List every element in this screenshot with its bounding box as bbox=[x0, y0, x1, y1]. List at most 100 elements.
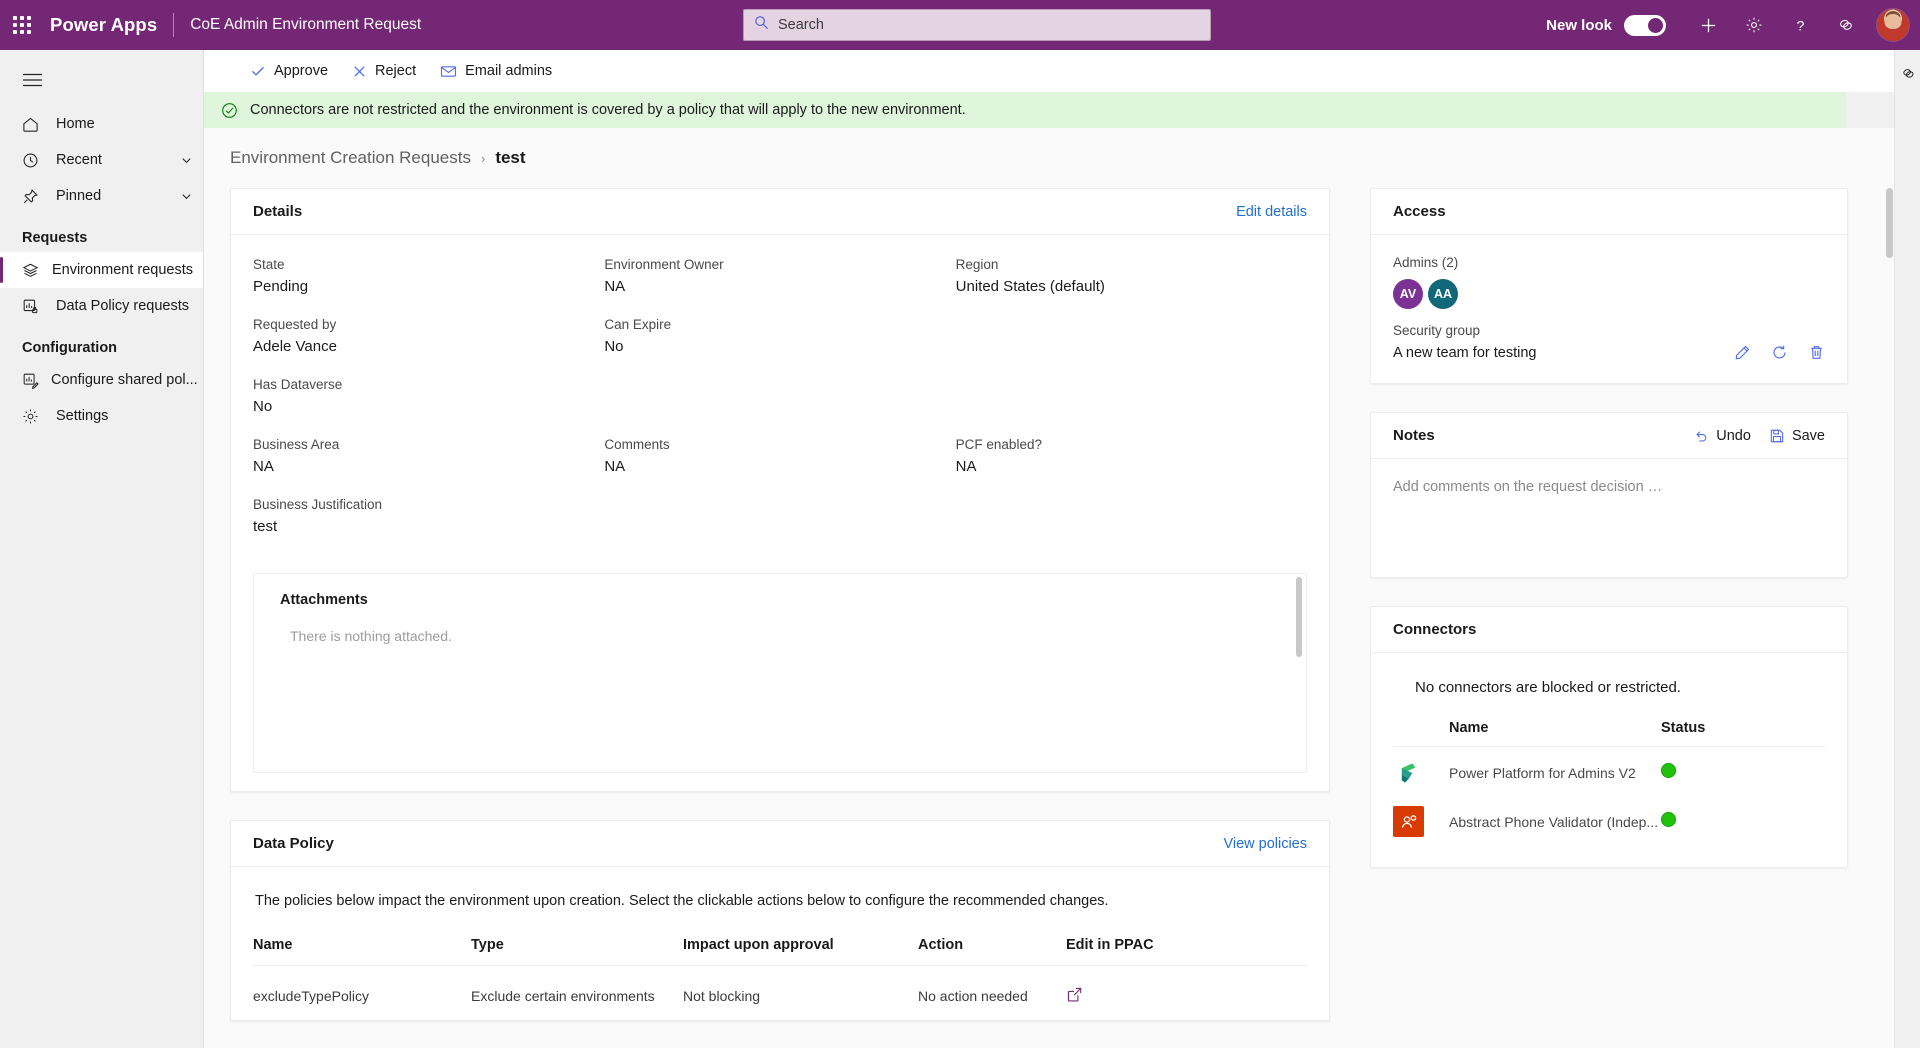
field-value: NA bbox=[253, 458, 274, 475]
cell-policy-impact: Not blocking bbox=[683, 988, 761, 1004]
user-avatar[interactable] bbox=[1876, 8, 1910, 42]
field-label: Business Justification bbox=[253, 497, 383, 512]
field-label: Can Expire bbox=[604, 317, 672, 332]
field-business-justification: Business Justification test bbox=[253, 497, 1153, 557]
abstract-phone-validator-icon bbox=[1393, 806, 1424, 837]
details-row: Requested by Adele Vance Can Expire No bbox=[253, 317, 1307, 377]
details-card-header: Details Edit details bbox=[231, 189, 1329, 235]
data-policy-title: Data Policy bbox=[253, 835, 334, 852]
refresh-icon[interactable] bbox=[1771, 344, 1788, 361]
new-look-toggle[interactable] bbox=[1624, 14, 1666, 36]
hamburger-menu-icon[interactable] bbox=[12, 60, 52, 100]
search-placeholder: Search bbox=[778, 17, 824, 33]
sidebar-item-configure-shared-policies[interactable]: Configure shared pol... bbox=[0, 362, 203, 398]
table-row: excludeTypePolicy Exclude certain enviro… bbox=[253, 966, 1307, 1021]
edit-pencil-icon[interactable] bbox=[1734, 344, 1751, 361]
column-status: Status bbox=[1661, 720, 1825, 747]
chevron-down-icon[interactable] bbox=[180, 154, 193, 167]
open-in-new-icon[interactable] bbox=[1066, 986, 1083, 1003]
sidebar-item-pinned[interactable]: Pinned bbox=[0, 178, 203, 214]
data-policy-card-header: Data Policy View policies bbox=[231, 821, 1329, 867]
email-admins-button[interactable]: Email admins bbox=[430, 55, 562, 87]
avatar[interactable]: AA bbox=[1428, 279, 1458, 309]
copilot-icon[interactable] bbox=[1895, 60, 1920, 86]
access-card: Access Admins (2) AV AA Security group A… bbox=[1370, 188, 1848, 384]
page-scrollbar[interactable] bbox=[1886, 128, 1893, 1048]
sidebar-item-data-policy-requests[interactable]: Data Policy requests bbox=[0, 288, 203, 324]
add-icon[interactable] bbox=[1686, 3, 1730, 47]
admin-avatars: AV AA bbox=[1393, 279, 1825, 309]
cell-policy-action: No action needed bbox=[918, 988, 1028, 1004]
approve-button[interactable]: Approve bbox=[240, 55, 338, 87]
sidebar-item-label: Pinned bbox=[56, 188, 102, 204]
table-row: Power Platform for Admins V2 bbox=[1393, 747, 1825, 797]
access-body: Admins (2) AV AA Security group A new te… bbox=[1371, 235, 1847, 383]
brand-divider bbox=[173, 13, 175, 37]
attachments-empty-text: There is nothing attached. bbox=[290, 628, 452, 644]
main-content: Environment Creation Requests › test Det… bbox=[204, 128, 1894, 1048]
command-bar: Approve Reject Email admins bbox=[204, 50, 1894, 92]
admins-label: Admins (2) bbox=[1393, 255, 1459, 270]
field-has-dataverse: Has Dataverse No bbox=[253, 377, 604, 437]
copilot-icon[interactable] bbox=[1824, 3, 1868, 47]
delete-trash-icon[interactable] bbox=[1808, 344, 1825, 361]
notes-card: Notes Undo Save Add comments on the requ… bbox=[1370, 412, 1848, 578]
connectors-table: Name Status Power Platform for Admins V2… bbox=[1393, 720, 1825, 845]
left-navigation: Home Recent Pinned Requests Environment … bbox=[0, 50, 204, 1048]
save-label: Save bbox=[1791, 427, 1825, 444]
sidebar-item-label: Recent bbox=[56, 152, 102, 168]
undo-label: Undo bbox=[1716, 427, 1751, 444]
page-scrollbar-thumb[interactable] bbox=[1886, 188, 1893, 258]
close-icon bbox=[352, 64, 367, 79]
field-label: Has Dataverse bbox=[253, 377, 343, 392]
field-state: State Pending bbox=[253, 257, 604, 317]
field-value: United States (default) bbox=[955, 278, 1105, 295]
view-policies-link[interactable]: View policies bbox=[1223, 836, 1307, 852]
sidebar-item-environment-requests[interactable]: Environment requests bbox=[0, 252, 203, 288]
save-button[interactable]: Save bbox=[1769, 428, 1825, 444]
field-label: Comments bbox=[604, 437, 670, 452]
gear-icon[interactable] bbox=[1732, 3, 1776, 47]
gear-icon bbox=[22, 408, 44, 425]
sidebar-item-home[interactable]: Home bbox=[0, 106, 203, 142]
success-check-circle-icon bbox=[221, 102, 238, 119]
connectors-card: Connectors No connectors are blocked or … bbox=[1370, 606, 1848, 868]
search-input[interactable]: Search bbox=[743, 9, 1211, 41]
edit-details-link[interactable]: Edit details bbox=[1236, 204, 1307, 220]
power-platform-icon bbox=[1393, 757, 1424, 788]
email-admins-label: Email admins bbox=[465, 63, 553, 79]
details-row: Business Area NA Comments NA PCF enabled… bbox=[253, 437, 1307, 497]
breadcrumb-parent[interactable]: Environment Creation Requests bbox=[230, 148, 471, 168]
help-icon[interactable]: ? bbox=[1778, 3, 1822, 47]
attachments-scrollbar[interactable] bbox=[1296, 577, 1302, 657]
cell-connector-name: Power Platform for Admins V2 bbox=[1449, 764, 1636, 781]
side-column: Access Admins (2) AV AA Security group A… bbox=[1370, 188, 1848, 1021]
app-launcher-icon[interactable] bbox=[0, 0, 44, 50]
breadcrumb: Environment Creation Requests › test bbox=[204, 128, 1894, 168]
field-label: PCF enabled? bbox=[955, 437, 1042, 452]
details-row: Has Dataverse No bbox=[253, 377, 1307, 437]
field-label: Region bbox=[955, 257, 999, 272]
reject-button[interactable]: Reject bbox=[342, 55, 426, 87]
access-card-header: Access bbox=[1371, 189, 1847, 235]
avatar[interactable]: AV bbox=[1393, 279, 1423, 309]
policy-message-text: Connectors are not restricted and the en… bbox=[250, 102, 966, 118]
notes-input[interactable]: Add comments on the request decision … bbox=[1393, 479, 1825, 495]
search-icon bbox=[754, 15, 769, 35]
field-value: No bbox=[604, 338, 624, 355]
notes-body: Add comments on the request decision … bbox=[1371, 459, 1847, 577]
cell-policy-type: Exclude certain environments bbox=[471, 988, 655, 1004]
notes-card-header: Notes Undo Save bbox=[1371, 413, 1847, 459]
sidebar-item-label: Data Policy requests bbox=[56, 298, 189, 314]
chevron-down-icon[interactable] bbox=[180, 190, 193, 203]
sidebar-section-configuration: Configuration bbox=[22, 340, 118, 356]
brand-title[interactable]: Power Apps bbox=[50, 14, 157, 36]
page-title: test bbox=[495, 148, 526, 167]
sidebar-item-recent[interactable]: Recent bbox=[0, 142, 203, 178]
security-group-value: A new team for testing bbox=[1393, 344, 1537, 361]
undo-button[interactable]: Undo bbox=[1693, 428, 1751, 444]
status-badge bbox=[1661, 762, 1676, 778]
sidebar-item-settings[interactable]: Settings bbox=[0, 398, 203, 434]
field-label: Environment Owner bbox=[604, 257, 724, 272]
details-fields: State Pending Environment Owner NA Regio… bbox=[231, 235, 1329, 565]
